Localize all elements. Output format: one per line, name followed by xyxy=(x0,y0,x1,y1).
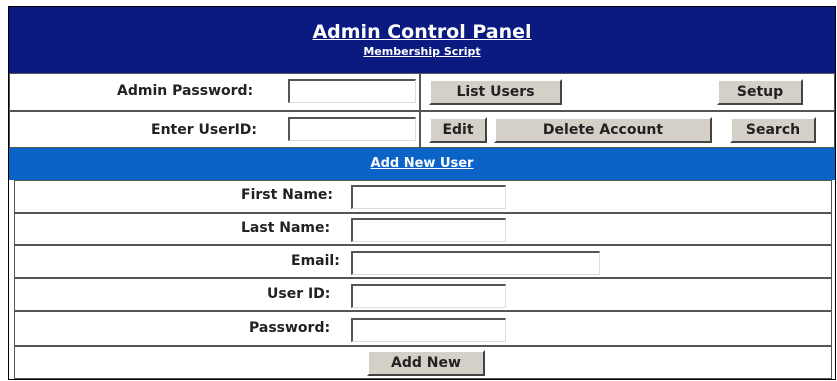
first-name-row: First Name: xyxy=(14,180,832,213)
admin-actions-cell: List Users Setup xyxy=(420,73,835,111)
admin-control-panel: Admin Control Panel Membership Script Ad… xyxy=(8,6,836,380)
userid-input[interactable] xyxy=(288,117,416,141)
enter-userid-label: Enter UserID: xyxy=(151,122,258,138)
edit-button[interactable]: Edit xyxy=(429,117,487,143)
first-name-input[interactable] xyxy=(351,185,506,209)
password-row: Password: xyxy=(14,311,832,346)
first-name-label: First Name: xyxy=(241,187,334,203)
setup-button[interactable]: Setup xyxy=(717,79,803,105)
userid-cell: Enter UserID: xyxy=(9,111,420,148)
admin-password-label: Admin Password: xyxy=(117,83,254,99)
panel-title: Admin Control Panel xyxy=(312,21,532,43)
header-bar: Admin Control Panel Membership Script xyxy=(9,7,835,73)
last-name-row: Last Name: xyxy=(14,213,832,245)
last-name-label: Last Name: xyxy=(241,220,331,236)
add-new-button[interactable]: Add New xyxy=(367,350,485,376)
user-id-label: User ID: xyxy=(267,286,331,302)
search-button[interactable]: Search xyxy=(730,117,816,143)
panel-subtitle-link[interactable]: Membership Script xyxy=(9,45,835,58)
email-input[interactable] xyxy=(351,251,600,275)
last-name-input[interactable] xyxy=(351,218,506,242)
list-users-button[interactable]: List Users xyxy=(429,79,562,105)
email-label: Email: xyxy=(291,253,340,269)
admin-password-input[interactable] xyxy=(288,79,416,103)
password-input[interactable] xyxy=(351,318,506,342)
user-actions-cell: Edit Delete Account Search xyxy=(420,111,835,148)
user-id-row: User ID: xyxy=(14,278,832,311)
user-id-input[interactable] xyxy=(351,284,506,308)
email-row: Email: xyxy=(14,245,832,278)
admin-password-cell: Admin Password: xyxy=(9,73,420,111)
password-label: Password: xyxy=(249,320,331,336)
submit-row: Add New xyxy=(14,346,832,379)
add-new-user-bar: Add New User xyxy=(9,148,835,180)
add-new-user-link[interactable]: Add New User xyxy=(371,156,474,171)
delete-account-button[interactable]: Delete Account xyxy=(494,117,712,143)
